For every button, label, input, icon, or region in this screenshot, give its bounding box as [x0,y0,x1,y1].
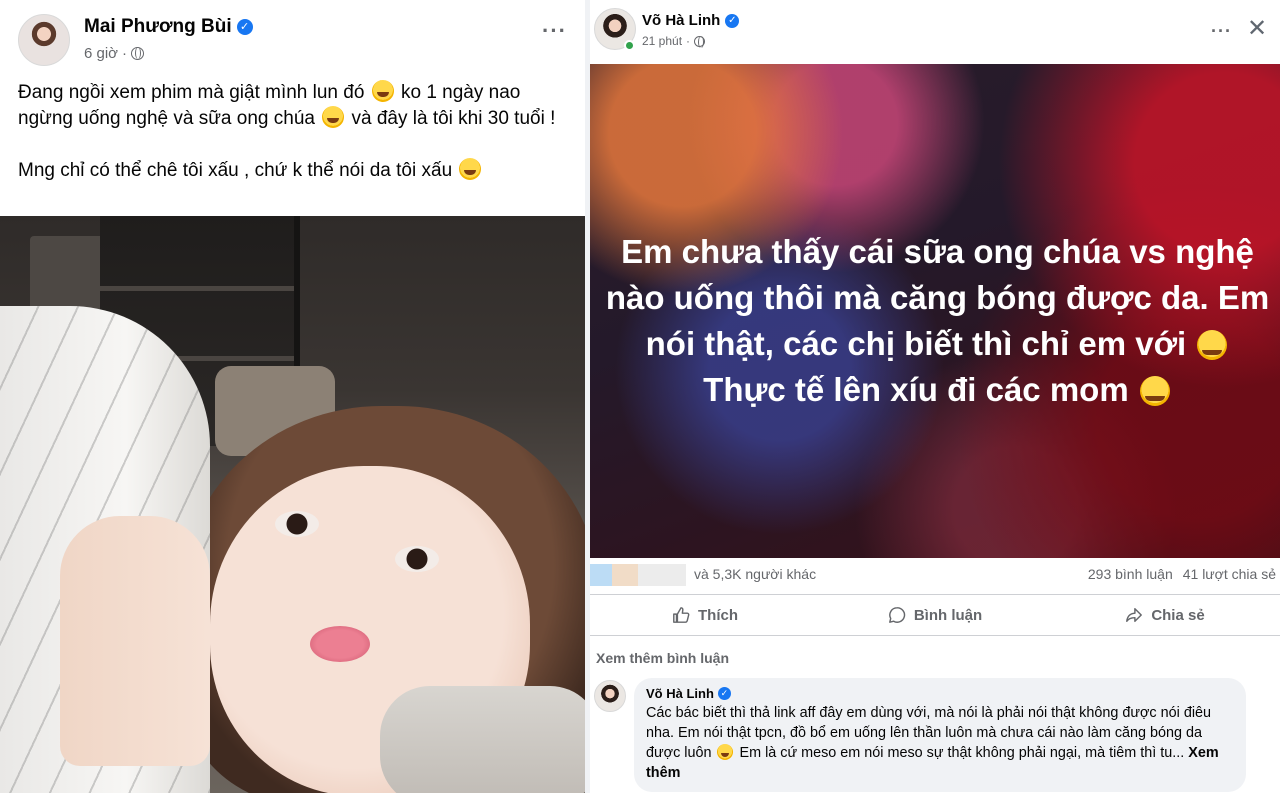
globe-icon [694,35,706,48]
image-caption-text: Em chưa thấy cái sữa ong chúa vs nghệ nà… [605,229,1270,413]
photo-pillow [380,686,585,793]
photo-eye-right [395,546,439,572]
left-text-segment-3: và đây là tôi khi 30 tuổi ! [351,108,556,129]
comment-text-segment-2: Em là cứ meso em nói meso sự thật không … [739,745,1185,761]
like-button[interactable]: Thích [590,595,820,635]
photo-eye-left [275,511,319,537]
reaction-like-icon[interactable] [590,564,612,586]
comment-button[interactable]: Bình luận [820,595,1050,635]
engagement-counts: 293 bình luận 41 lượt chia sẻ [1088,566,1276,582]
post-stats-bar: và 5,3K người khác 293 bình luận 41 lượt… [590,560,1280,590]
right-post: Võ Hà Linh ✓ 21 phút · ··· ✕ Em chưa thấ… [590,0,1280,793]
reactions-count[interactable]: và 5,3K người khác [694,566,816,582]
left-author-avatar[interactable] [18,14,70,66]
see-more-comments-link[interactable]: Xem thêm bình luận [596,650,729,666]
rofl-emoji-icon [322,106,345,128]
image-text-segment-2: Thực tế lên xíu đi các mom [703,371,1129,408]
commenter-avatar[interactable] [594,680,626,712]
right-author-name[interactable]: Võ Hà Linh [642,12,720,29]
photo-lips [310,626,370,662]
left-text-segment-1: Đang ngồi xem phim mà giật mình lun đó [18,82,365,103]
laughing-emoji-icon [371,80,394,102]
left-author-name-row: Mai Phương Bùi ✓ [84,16,253,38]
share-button[interactable]: Chia sẻ [1050,595,1280,635]
left-post-header: Mai Phương Bùi ✓ 6 giờ · ··· [18,12,569,66]
close-icon[interactable]: ✕ [1244,16,1270,42]
commenter-name-row: Võ Hà Linh ✓ [646,686,1234,701]
left-post-paragraph-1: Đang ngồi xem phim mà giật mình lun đó k… [18,80,568,132]
comments-count[interactable]: 293 bình luận [1088,566,1173,582]
post-actions: Thích Bình luận Chia sẻ [590,594,1280,636]
share-arrow-icon [1126,607,1143,623]
online-status-icon [624,40,635,51]
grinning-squinting-emoji-icon [717,744,734,760]
left-post-time[interactable]: 6 giờ [84,45,118,62]
comment-item: Võ Hà Linh ✓ Các bác biết thì thả link a… [594,678,1274,793]
left-author-name[interactable]: Mai Phương Bùi [84,16,232,38]
comment-label: Bình luận [913,606,983,624]
left-text-segment-4: Mng chỉ có thể chê tôi xấu , chứ k thể n… [18,160,453,181]
share-label: Chia sẻ [1151,606,1205,624]
smiling-hearts-emoji-icon [459,158,482,180]
like-label: Thích [698,606,738,624]
left-post-photo[interactable] [0,216,585,793]
grinning-squinting-emoji-icon [1197,330,1228,360]
verified-badge-icon: ✓ [717,687,731,700]
thumbs-up-icon [673,607,690,623]
left-post: Mai Phương Bùi ✓ 6 giờ · ··· Đang ngồi x… [0,0,585,793]
right-post-meta: 21 phút · [642,34,706,48]
reaction-haha-icon[interactable] [612,564,638,586]
right-author-name-row: Võ Hà Linh ✓ [642,12,740,29]
right-post-image[interactable]: Em chưa thấy cái sữa ong chúa vs nghệ nà… [590,64,1280,558]
commenter-name[interactable]: Võ Hà Linh [646,686,714,701]
image-text-segment-1: Em chưa thấy cái sữa ong chúa vs nghệ nà… [605,233,1270,362]
more-horizontal-icon[interactable]: ··· [1211,22,1232,40]
left-post-text: Đang ngồi xem phim mà giật mình lun đó k… [18,80,568,210]
globe-icon [131,47,145,60]
verified-badge-icon: ✓ [725,13,740,28]
meta-separator: · [686,34,691,48]
right-post-time[interactable]: 21 phút [642,34,682,48]
comment-text: Các bác biết thì thả link aff đây em dùn… [646,703,1236,783]
shares-count[interactable]: 41 lượt chia sẻ [1183,566,1276,582]
grinning-squinting-emoji-icon [1139,376,1170,406]
comment-bubble: Võ Hà Linh ✓ Các bác biết thì thả link a… [634,678,1246,792]
more-horizontal-icon[interactable]: ··· [542,20,567,42]
left-post-paragraph-2: Mng chỉ có thể chê tôi xấu , chứ k thể n… [18,158,568,184]
verified-badge-icon: ✓ [236,19,253,35]
meta-separator: · [122,45,128,62]
left-post-meta: 6 giờ · [84,45,145,62]
reaction-names[interactable] [638,564,686,586]
comment-bubble-icon [888,607,906,623]
photo-hand [60,516,210,766]
